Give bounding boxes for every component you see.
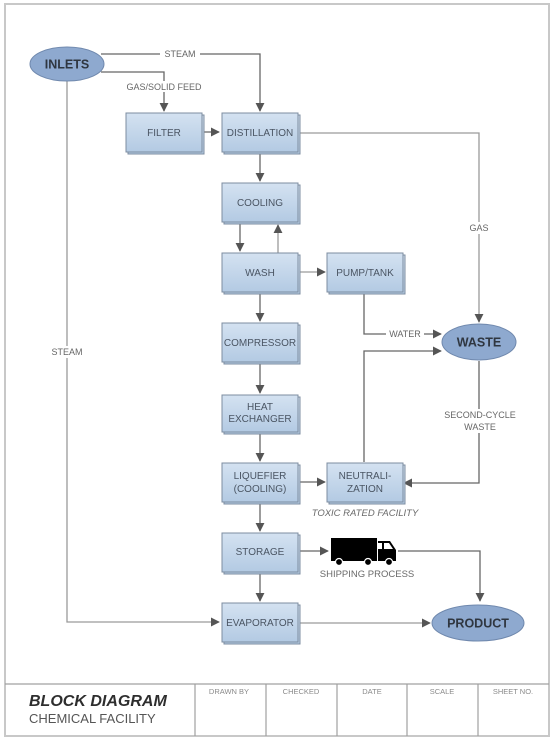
connector-inlets-to-evaporator	[66, 80, 220, 627]
terminal-waste-label: WASTE	[457, 336, 501, 350]
label-second-cycle-2: WASTE	[464, 422, 496, 432]
process-storage[interactable]: STORAGE	[221, 532, 301, 575]
title-block-drawn-by: DRAWN BY	[209, 687, 249, 696]
process-neutralization[interactable]: NEUTRALI- ZATION	[326, 462, 406, 505]
terminal-product[interactable]: PRODUCT	[431, 604, 525, 642]
process-wash[interactable]: WASH	[221, 252, 301, 295]
process-heat-exchanger-label-2: EXCHANGER	[228, 414, 291, 425]
title-block: BLOCK DIAGRAM CHEMICAL FACILITY DRAWN BY…	[5, 683, 549, 736]
process-evaporator[interactable]: EVAPORATOR	[221, 602, 301, 645]
title-block-sheet-no: SHEET NO.	[493, 687, 533, 696]
process-neutralization-label-1: NEUTRALI-	[339, 471, 392, 482]
process-evaporator-label: EVAPORATOR	[226, 618, 294, 629]
process-compressor[interactable]: COMPRESSOR	[221, 322, 301, 365]
process-heat-exchanger[interactable]: HEAT EXCHANGER	[221, 394, 301, 435]
process-distillation-label: DISTILLATION	[227, 128, 294, 139]
terminal-inlets-label: INLETS	[45, 58, 89, 72]
process-filter-label: FILTER	[147, 128, 181, 139]
label-steam-left: STEAM	[51, 347, 82, 357]
process-filter[interactable]: FILTER	[125, 112, 205, 155]
title-block-checked: CHECKED	[283, 687, 320, 696]
process-pump-tank-label: PUMP/TANK	[336, 268, 394, 279]
connector-neutralization-to-waste	[363, 346, 442, 462]
process-liquefier[interactable]: LIQUEFIER (COOLING)	[221, 462, 301, 505]
label-gas: GAS	[469, 223, 488, 233]
connector-pump-tank-to-waste	[363, 292, 442, 339]
title-block-scale: SCALE	[430, 687, 455, 696]
process-wash-label: WASH	[245, 268, 275, 279]
process-heat-exchanger-label-1: HEAT	[247, 402, 273, 413]
terminal-inlets[interactable]: INLETS	[29, 46, 105, 82]
title-block-subtitle: CHEMICAL FACILITY	[29, 711, 156, 726]
terminal-waste[interactable]: WASTE	[441, 323, 517, 361]
label-steam-top: STEAM	[164, 49, 195, 59]
process-liquefier-label-1: LIQUEFIER	[234, 471, 287, 482]
process-distillation[interactable]: DISTILLATION	[221, 112, 301, 155]
annotation-toxic-rated-facility: TOXIC RATED FACILITY	[312, 508, 419, 519]
title-block-title: BLOCK DIAGRAM	[29, 693, 167, 710]
process-cooling[interactable]: COOLING	[221, 182, 301, 225]
annotation-shipping-process: SHIPPING PROCESS	[320, 569, 415, 580]
process-storage-label: STORAGE	[236, 547, 285, 558]
process-pump-tank[interactable]: PUMP/TANK	[326, 252, 406, 295]
process-compressor-label: COMPRESSOR	[224, 338, 296, 349]
process-cooling-label: COOLING	[237, 198, 283, 209]
label-gas-solid-feed: GAS/SOLID FEED	[126, 82, 202, 92]
process-neutralization-label-2: ZATION	[347, 484, 383, 495]
label-water: WATER	[389, 329, 421, 339]
process-liquefier-label-2: (COOLING)	[234, 484, 287, 495]
title-block-date: DATE	[362, 687, 381, 696]
truck-icon	[331, 538, 396, 567]
block-diagram-canvas: STEAM GAS/SOLID FEED GAS WATER SECOND-CY…	[4, 3, 550, 737]
terminal-product-label: PRODUCT	[447, 617, 509, 631]
label-second-cycle-1: SECOND-CYCLE	[444, 410, 516, 420]
